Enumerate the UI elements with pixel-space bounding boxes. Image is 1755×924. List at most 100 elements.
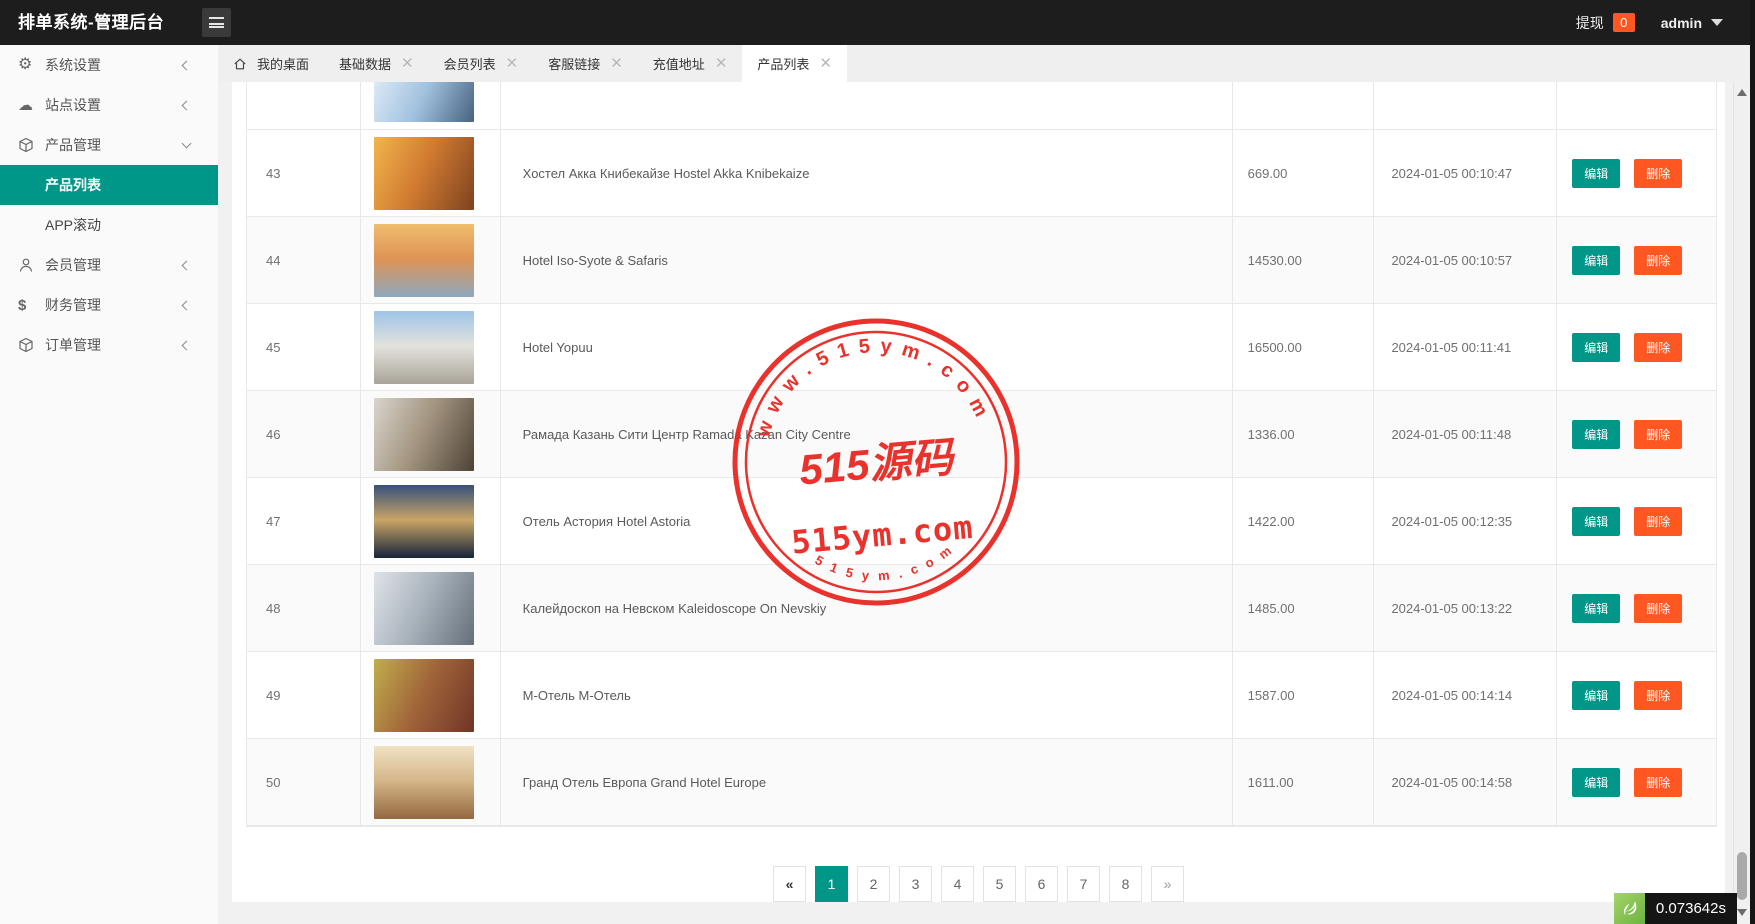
delete-button[interactable]: 删除 xyxy=(1634,768,1682,797)
delete-button[interactable]: 删除 xyxy=(1634,246,1682,275)
sidebar-subitem-2-1[interactable]: APP滚动 xyxy=(0,205,218,245)
cell-created: 2024-01-05 00:14:58 xyxy=(1374,739,1557,825)
close-icon[interactable]: ✕ xyxy=(506,56,519,71)
withdraw-count-badge: 0 xyxy=(1613,13,1635,32)
cell-price: 1587.00 xyxy=(1233,652,1375,738)
trace-render-time[interactable]: 0.073642s xyxy=(1645,893,1737,924)
cell-id: 50 xyxy=(247,739,361,825)
cell-name: Рамада Казань Сити Центр Ramada Kazan Ci… xyxy=(501,391,1233,477)
cell-id: 48 xyxy=(247,565,361,651)
page-3[interactable]: 3 xyxy=(899,866,932,902)
trace-logo-icon[interactable] xyxy=(1614,893,1645,924)
tab-label: 产品列表 xyxy=(757,54,809,73)
cell-id: 47 xyxy=(247,478,361,564)
delete-button[interactable]: 删除 xyxy=(1634,159,1682,188)
delete-button[interactable]: 删除 xyxy=(1634,507,1682,536)
sidebar-item-label: 会员管理 xyxy=(45,255,101,275)
close-icon[interactable]: ✕ xyxy=(819,56,832,71)
edit-button[interactable]: 编辑 xyxy=(1572,159,1620,188)
cell-id: 44 xyxy=(247,217,361,303)
close-icon[interactable]: ✕ xyxy=(715,56,728,71)
scroll-down-arrow-icon[interactable] xyxy=(1737,909,1747,916)
cell-actions: 编辑删除 xyxy=(1557,217,1716,303)
user-icon xyxy=(18,257,45,273)
table-row-45: 45Hotel Yopuu16500.002024-01-05 00:11:41… xyxy=(247,304,1716,391)
product-photo-hostel-lounge xyxy=(374,137,474,210)
user-menu[interactable]: admin xyxy=(1661,15,1723,31)
delete-button[interactable]: 删除 xyxy=(1634,420,1682,449)
page-8[interactable]: 8 xyxy=(1109,866,1142,902)
dollar-icon: $ xyxy=(18,298,45,313)
tab-0[interactable]: 我的桌面 xyxy=(218,45,324,82)
edit-button[interactable]: 编辑 xyxy=(1572,594,1620,623)
trace-widget: 0.073642s xyxy=(1614,893,1737,924)
cell-name xyxy=(501,82,1233,129)
cell-created: 2024-01-05 00:12:35 xyxy=(1374,478,1557,564)
cell-actions xyxy=(1557,82,1716,129)
cell-price: 1611.00 xyxy=(1233,739,1375,825)
sidebar-subitem-label: APP滚动 xyxy=(45,215,101,235)
withdraw-label: 提现 xyxy=(1576,13,1604,33)
page-7[interactable]: 7 xyxy=(1067,866,1100,902)
cell-id: 49 xyxy=(247,652,361,738)
edit-button[interactable]: 编辑 xyxy=(1572,420,1620,449)
tab-bar: 我的桌面基础数据✕会员列表✕客服链接✕充值地址✕产品列表✕ xyxy=(218,45,1755,82)
table-row-44: 44Hotel Iso-Syote & Safaris14530.002024-… xyxy=(247,217,1716,304)
cell-price: 1336.00 xyxy=(1233,391,1375,477)
username: admin xyxy=(1661,15,1702,31)
tab-label: 客服链接 xyxy=(548,54,600,73)
edit-button[interactable]: 编辑 xyxy=(1572,507,1620,536)
cell-price xyxy=(1233,82,1375,129)
sidebar-item-2[interactable]: 产品管理 xyxy=(0,125,218,165)
edit-button[interactable]: 编辑 xyxy=(1572,333,1620,362)
edit-button[interactable]: 编辑 xyxy=(1572,681,1620,710)
tab-5[interactable]: 产品列表 ✕ xyxy=(742,45,847,82)
sidebar-item-label: 站点设置 xyxy=(45,95,101,115)
delete-button[interactable]: 删除 xyxy=(1634,594,1682,623)
delete-button[interactable]: 删除 xyxy=(1634,681,1682,710)
page-5[interactable]: 5 xyxy=(983,866,1016,902)
page-2[interactable]: 2 xyxy=(857,866,890,902)
sidebar-fold-button[interactable] xyxy=(202,8,231,37)
page-1[interactable]: 1 xyxy=(815,866,848,902)
page-next[interactable]: » xyxy=(1151,866,1184,902)
scrollbar-thumb[interactable] xyxy=(1737,852,1747,900)
tab-1[interactable]: 基础数据✕ xyxy=(324,45,429,82)
close-icon[interactable]: ✕ xyxy=(610,56,623,71)
scroll-up-arrow-icon[interactable] xyxy=(1737,89,1747,96)
page-6[interactable]: 6 xyxy=(1025,866,1058,902)
product-photo-sunrise-snow-hills xyxy=(374,224,474,297)
sidebar-subitem-label: 产品列表 xyxy=(45,175,101,195)
cell-actions: 编辑删除 xyxy=(1557,304,1716,390)
admin-screen: 排单系统-管理后台 提现 0 admin ⚙系统设置☁站点设置产品管理产品列表A… xyxy=(0,0,1755,924)
cell-name: Hotel Yopuu xyxy=(501,304,1233,390)
tab-4[interactable]: 充值地址✕ xyxy=(638,45,743,82)
delete-button[interactable]: 删除 xyxy=(1634,333,1682,362)
vertical-scrollbar[interactable] xyxy=(1733,82,1750,924)
close-icon[interactable]: ✕ xyxy=(401,56,414,71)
sidebar-item-0[interactable]: ⚙系统设置 xyxy=(0,45,218,85)
sidebar-subitem-2-0[interactable]: 产品列表 xyxy=(0,165,218,205)
table-row-46: 46Рамада Казань Сити Центр Ramada Kazan … xyxy=(247,391,1716,478)
edit-button[interactable]: 编辑 xyxy=(1572,768,1620,797)
edit-button[interactable]: 编辑 xyxy=(1572,246,1620,275)
cell-image xyxy=(361,478,501,564)
withdraw-link[interactable]: 提现 0 xyxy=(1576,13,1635,33)
tab-2[interactable]: 会员列表✕ xyxy=(429,45,534,82)
cell-image xyxy=(361,391,501,477)
product-photo-classic-hotel-room xyxy=(374,746,474,819)
cell-image xyxy=(361,130,501,216)
gear-icon: ⚙ xyxy=(18,57,45,73)
page-4[interactable]: 4 xyxy=(941,866,974,902)
cell-id: 45 xyxy=(247,304,361,390)
cell-created: 2024-01-05 00:11:48 xyxy=(1374,391,1557,477)
sidebar-item-3[interactable]: 会员管理 xyxy=(0,245,218,285)
sidebar-item-4[interactable]: $财务管理 xyxy=(0,285,218,325)
cell-created: 2024-01-05 00:10:47 xyxy=(1374,130,1557,216)
sidebar-item-1[interactable]: ☁站点设置 xyxy=(0,85,218,125)
cell-name: Калейдоскоп на Невском Kaleidoscope On N… xyxy=(501,565,1233,651)
page-prev[interactable]: « xyxy=(773,866,806,902)
tab-3[interactable]: 客服链接 ✕ xyxy=(533,45,638,82)
chevron-left-icon xyxy=(182,60,192,70)
sidebar-item-5[interactable]: 订单管理 xyxy=(0,325,218,365)
